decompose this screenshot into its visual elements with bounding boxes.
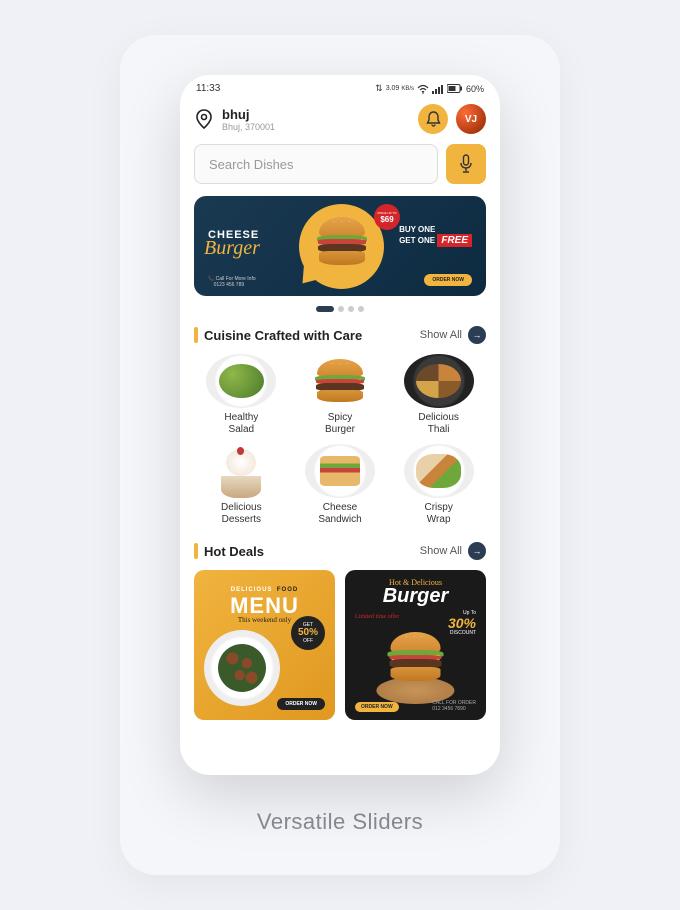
burger-image: [305, 354, 375, 408]
avatar[interactable]: VJ: [456, 104, 486, 134]
wifi-icon: [417, 84, 429, 94]
deal-yellow-order-button[interactable]: ORDER NOW: [277, 698, 325, 710]
hero-title-block: CHEESE Burger: [194, 229, 264, 264]
battery-icon: [447, 84, 463, 93]
deal-dark-burger-title: Burger: [345, 587, 486, 605]
hot-deals-show-all-button[interactable]: Show All →: [420, 542, 486, 560]
cuisine-label: CrispyWrap: [424, 502, 452, 526]
hero-burger-image: [312, 214, 372, 269]
hero-price-badge: PRICE UP TO $69: [374, 204, 400, 230]
wrap-image: [404, 444, 474, 498]
cuisine-show-all-button[interactable]: Show All →: [420, 326, 486, 344]
cuisine-label: SpicyBurger: [325, 412, 355, 436]
show-all-label: Show All: [420, 329, 462, 341]
arrow-right-icon: →: [468, 542, 486, 560]
dessert-image: [206, 444, 276, 498]
cuisine-section-header: Cuisine Crafted with Care Show All →: [180, 326, 500, 354]
cuisine-item-delicious-thali[interactable]: DeliciousThali: [391, 354, 486, 436]
deal-dark-limited-label: Limited time offer: [355, 614, 399, 620]
location-pin-icon[interactable]: [194, 109, 214, 129]
notifications-button[interactable]: [418, 104, 448, 134]
location-selector[interactable]: bhuj Bhuj, 370001: [222, 107, 410, 132]
deal-card-menu[interactable]: DELICIOUS FOOD MENU This weekend only GE…: [194, 570, 335, 720]
deal-dark-phone: CALL FOR ORDER012 3456 7890: [432, 700, 476, 712]
slider-pagination: [180, 296, 500, 326]
status-time: 11:33: [196, 83, 220, 94]
cuisine-item-spicy-burger[interactable]: SpicyBurger: [293, 354, 388, 436]
battery-pct: 60%: [466, 84, 484, 94]
search-input[interactable]: Search Dishes: [194, 144, 438, 184]
status-bar: 11:33 ⇅ 3.09 KB/s 60%: [180, 75, 500, 98]
showcase-card: 11:33 ⇅ 3.09 KB/s 60%: [120, 35, 560, 875]
deal-dark-header: Hot & Delicious Burger: [345, 570, 486, 605]
price-value: $69: [380, 215, 393, 224]
avatar-initials: VJ: [465, 114, 477, 125]
deals-row: DELICIOUS FOOD MENU This weekend only GE…: [180, 570, 500, 720]
hero-free-badge: FREE: [437, 234, 472, 247]
hero-slider[interactable]: CHEESE Burger 📞 Call For More Info 0123 …: [194, 196, 486, 296]
deal-yellow-menu-title: MENU: [194, 596, 335, 616]
arrows-icon: ⇅: [375, 83, 383, 94]
cuisine-label: DeliciousThali: [418, 412, 459, 436]
cuisine-item-healthy-salad[interactable]: HealthySalad: [194, 354, 289, 436]
app-header: bhuj Bhuj, 370001 VJ: [180, 98, 500, 144]
signal-icon: [432, 84, 444, 94]
cuisine-label: HealthySalad: [224, 412, 258, 436]
location-subtitle: Bhuj, 370001: [222, 122, 410, 132]
search-row: Search Dishes: [180, 144, 500, 196]
speed-unit: KB/s: [401, 86, 414, 92]
hot-deals-section-title: Hot Deals: [204, 544, 264, 559]
cuisine-item-sandwich[interactable]: CheeseSandwich: [293, 444, 388, 526]
slider-dot-2[interactable]: [338, 306, 344, 312]
arrow-right-icon: →: [468, 326, 486, 344]
hero-title-script: Burger: [204, 237, 260, 260]
hot-deals-section-header: Hot Deals Show All →: [180, 542, 500, 570]
slider-dot-3[interactable]: [348, 306, 354, 312]
cuisine-item-wrap[interactable]: CrispyWrap: [391, 444, 486, 526]
search-placeholder: Search Dishes: [209, 157, 294, 172]
cuisine-grid: HealthySalad SpicyBurger DeliciousThali …: [180, 354, 500, 542]
sandwich-image: [305, 444, 375, 498]
deal-dark-order-button[interactable]: ORDER NOW: [355, 702, 399, 712]
microphone-icon: [458, 154, 474, 174]
location-title: bhuj: [222, 107, 410, 122]
speed-value: 3.09: [386, 85, 400, 92]
thali-image: [404, 354, 474, 408]
section-marker: [194, 327, 198, 343]
cuisine-item-desserts[interactable]: DeliciousDesserts: [194, 444, 289, 526]
voice-search-button[interactable]: [446, 144, 486, 184]
salad-image: [206, 354, 276, 408]
deal-yellow-discount-badge: GET 50% OFF: [291, 616, 325, 650]
phone-frame: 11:33 ⇅ 3.09 KB/s 60%: [180, 75, 500, 775]
deal-card-burger[interactable]: Hot & Delicious Burger Limited time offe…: [345, 570, 486, 720]
section-marker: [194, 543, 198, 559]
deal-yellow-header: DELICIOUS FOOD MENU This weekend only: [194, 570, 335, 624]
cuisine-label: CheeseSandwich: [318, 502, 361, 526]
hero-bogo-text: BUY ONEGET ONE FREE: [399, 226, 472, 246]
status-indicators: ⇅ 3.09 KB/s 60%: [375, 83, 484, 94]
hero-order-button[interactable]: ORDER NOW: [424, 274, 472, 286]
showcase-tagline: Versatile Sliders: [257, 809, 423, 835]
deal-yellow-plate-image: [204, 630, 280, 706]
hero-call-info: 📞 Call For More Info 0123 456 789: [208, 276, 256, 288]
bell-icon: [426, 111, 441, 127]
deal-dark-burger-image: [373, 629, 458, 704]
show-all-label: Show All: [420, 545, 462, 557]
cuisine-section-title: Cuisine Crafted with Care: [204, 328, 362, 343]
slider-dot-4[interactable]: [358, 306, 364, 312]
slider-dot-1[interactable]: [316, 306, 334, 312]
cuisine-label: DeliciousDesserts: [221, 502, 262, 526]
